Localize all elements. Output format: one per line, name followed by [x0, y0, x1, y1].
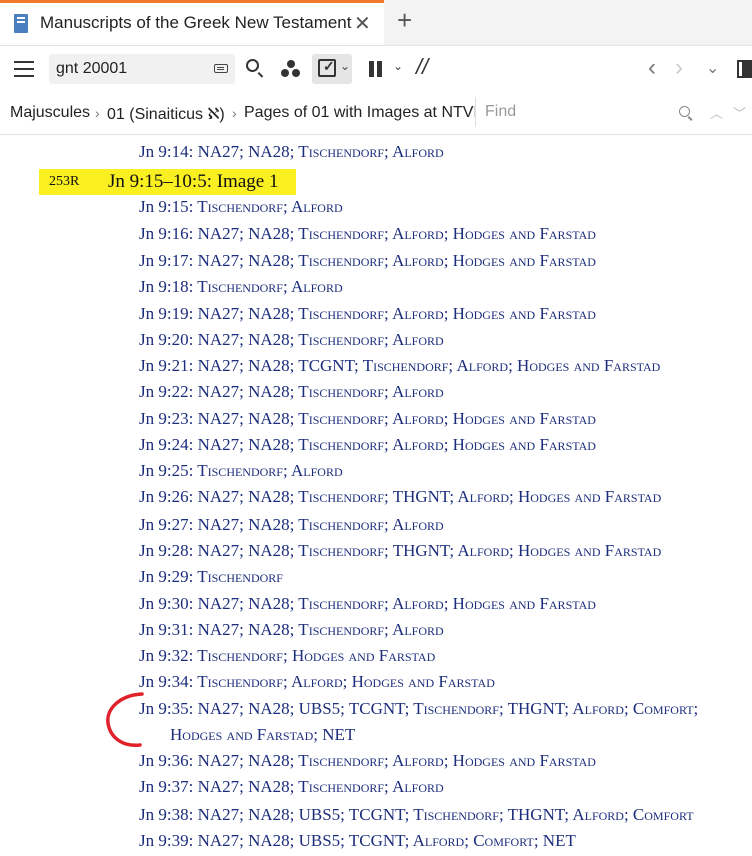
- panel-icon[interactable]: [737, 60, 752, 78]
- verse-reference-line[interactable]: Jn 9:27: NA27; NA28; Tischendorf; Alford: [139, 515, 444, 535]
- history-menu-icon[interactable]: ⌄: [706, 58, 719, 78]
- tab-manuscripts[interactable]: Manuscripts of the Greek New Testament ✕: [0, 0, 384, 45]
- find-previous-icon[interactable]: ︿: [710, 103, 723, 122]
- breadcrumb-item-majuscules[interactable]: Majuscules: [10, 104, 90, 122]
- verse-reference-line[interactable]: Jn 9:29: Tischendorf: [139, 567, 283, 587]
- find-input[interactable]: [485, 102, 655, 122]
- people-icon[interactable]: [281, 60, 301, 78]
- verse-reference-line[interactable]: Jn 9:25: Tischendorf; Alford: [139, 461, 343, 481]
- keyboard-icon[interactable]: [214, 64, 228, 73]
- verse-reference-line[interactable]: Jn 9:20: NA27; NA28; Tischendorf; Alford: [139, 330, 444, 350]
- verse-reference-line[interactable]: Jn 9:30: NA27; NA28; Tischendorf; Alford…: [139, 594, 596, 614]
- back-icon[interactable]: ‹: [648, 54, 656, 82]
- verse-reference-continuation[interactable]: Hodges and Farstad; NET: [170, 725, 355, 745]
- search-icon[interactable]: [246, 59, 259, 72]
- verse-reference-line[interactable]: Jn 9:37: NA27; NA28; Tischendorf; Alford: [139, 777, 444, 797]
- verse-reference-line[interactable]: Jn 9:15: Tischendorf; Alford: [139, 197, 343, 217]
- tab-bar: Manuscripts of the Greek New Testament ✕…: [0, 0, 752, 46]
- verse-reference-line[interactable]: Jn 9:32: Tischendorf; Hodges and Farstad: [139, 646, 435, 666]
- verse-reference-line[interactable]: Jn 9:38: NA27; NA28; UBS5; TCGNT; Tische…: [139, 805, 694, 825]
- parallel-icon[interactable]: [369, 61, 383, 77]
- verse-reference-line[interactable]: Jn 9:34: Tischendorf; Alford; Hodges and…: [139, 672, 495, 692]
- breadcrumb-item-sinaiticus[interactable]: 01 (Sinaiticus ℵ): [107, 104, 225, 124]
- chevron-down-icon: ⌄: [340, 59, 351, 73]
- search-input[interactable]: [56, 58, 206, 80]
- find-search-icon[interactable]: [679, 106, 690, 117]
- breadcrumb: Majuscules › 01 (Sinaiticus ℵ) › Pages o…: [0, 92, 752, 135]
- chevron-down-icon[interactable]: ⌄: [393, 59, 403, 73]
- page-number: 253R: [49, 174, 80, 189]
- verse-reference-line[interactable]: Jn 9:28: NA27; NA28; Tischendorf; THGNT;…: [139, 541, 661, 561]
- close-icon[interactable]: ✕: [354, 11, 371, 36]
- verse-reference-line[interactable]: Jn 9:35: NA27; NA28; UBS5; TCGNT; Tische…: [139, 699, 698, 719]
- verse-reference-line[interactable]: Jn 9:18: Tischendorf; Alford: [139, 277, 343, 297]
- verse-reference-line[interactable]: Jn 9:23: NA27; NA28; Tischendorf; Alford…: [139, 409, 596, 429]
- hamburger-menu-icon[interactable]: [14, 61, 34, 77]
- verse-reference-line[interactable]: Jn 9:14: NA27; NA28; Tischendorf; Alford: [139, 142, 444, 162]
- verse-reference-line[interactable]: Jn 9:22: NA27; NA28; Tischendorf; Alford: [139, 382, 444, 402]
- find-next-icon[interactable]: ﹀: [733, 103, 746, 122]
- forward-icon[interactable]: ›: [675, 54, 683, 82]
- breadcrumb-item-pages[interactable]: Pages of 01 with Images at NTVMR: [244, 104, 498, 122]
- image-heading[interactable]: Jn 9:15–10:5: Image 1: [108, 171, 278, 193]
- verse-reference-line[interactable]: Jn 9:36: NA27; NA28; Tischendorf; Alford…: [139, 751, 596, 771]
- document-content: Jn 9:14: NA27; NA28; Tischendorf; Alford…: [0, 134, 752, 856]
- verse-reference-line[interactable]: Jn 9:17: NA27; NA28; Tischendorf; Alford…: [139, 251, 596, 271]
- red-bracket-annotation: [106, 692, 144, 747]
- verse-reference-line[interactable]: Jn 9:19: NA27; NA28; Tischendorf; Alford…: [139, 304, 596, 324]
- checkbox-icon: ✓: [318, 58, 336, 77]
- verse-reference-line[interactable]: Jn 9:39: NA27; NA28; UBS5; TCGNT; Alford…: [139, 831, 576, 851]
- verse-reference-line[interactable]: Jn 9:26: NA27; NA28; Tischendorf; THGNT;…: [139, 487, 661, 507]
- toolbar: ✓ ⌄ ⌄ // ‹ › ⌄: [0, 46, 752, 92]
- breadcrumb-separator: ›: [95, 105, 100, 121]
- verse-reference-line[interactable]: Jn 9:16: NA27; NA28; Tischendorf; Alford…: [139, 224, 596, 244]
- search-box: [49, 54, 235, 84]
- verse-reference-line[interactable]: Jn 9:21: NA27; NA28; TCGNT; Tischendorf;…: [139, 356, 660, 376]
- slash-icon[interactable]: //: [416, 54, 428, 80]
- tab-title: Manuscripts of the Greek New Testament: [40, 13, 352, 32]
- verse-reference-line[interactable]: Jn 9:24: NA27; NA28; Tischendorf; Alford…: [139, 435, 596, 455]
- visual-filter-button[interactable]: ✓ ⌄: [312, 54, 352, 84]
- add-tab-icon[interactable]: +: [397, 6, 412, 34]
- verse-reference-line[interactable]: Jn 9:31: NA27; NA28; Tischendorf; Alford: [139, 620, 444, 640]
- find-box: [475, 97, 701, 127]
- book-icon: [14, 14, 28, 33]
- breadcrumb-separator: ›: [232, 105, 237, 121]
